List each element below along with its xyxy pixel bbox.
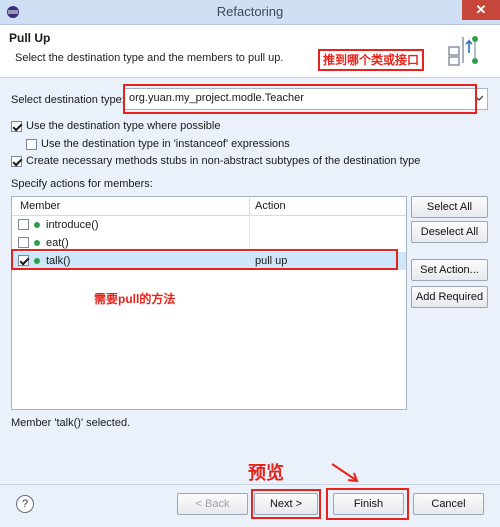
create-stubs-checkbox[interactable] [11,156,22,167]
annotation-box-destination [123,84,477,114]
page-description: Select the destination type and the memb… [15,52,284,64]
table-header: Member Action [12,197,406,216]
page-title: Pull Up [9,31,51,45]
back-button[interactable]: < Back [177,493,248,515]
set-action-button[interactable]: Set Action... [411,259,488,281]
cancel-button[interactable]: Cancel [413,493,484,515]
create-stubs-label: Create necessary methods stubs in non-ab… [26,155,421,167]
destination-label: Select destination type: [11,94,125,106]
members-section-label: Specify actions for members: [11,178,153,190]
column-action[interactable]: Action [255,200,286,212]
use-instanceof-label: Use the destination type in 'instanceof'… [41,138,290,150]
member-checkbox[interactable] [18,219,29,230]
annotation-arrow-icon [331,463,359,483]
close-button[interactable]: ✕ [462,0,500,20]
annotation-box-finish [326,488,409,520]
use-instanceof-checkbox[interactable] [26,139,37,150]
member-name: eat() [46,237,69,249]
wizard-header: Pull Up Select the destination type and … [0,25,500,78]
member-name: introduce() [46,219,99,231]
annotation-box-next [251,489,321,519]
public-method-icon [34,222,40,228]
use-destination-checkbox[interactable] [11,121,22,132]
use-destination-label: Use the destination type where possible [26,120,221,132]
pull-up-wizard-icon [448,36,478,66]
window-title: Refactoring [216,4,284,19]
annotation-preview: 预览 [248,463,284,483]
column-member[interactable]: Member [20,200,60,212]
members-table: Member Action introduce() eat() talk() p… [11,196,407,410]
table-row[interactable]: introduce() [12,216,406,234]
annotation-destination: 推到哪个类或接口 [318,49,425,71]
member-checkbox[interactable] [18,237,29,248]
annotation-pull-methods: 需要pull的方法 [94,292,176,306]
public-method-icon [34,240,40,246]
status-message: Member 'talk()' selected. [11,417,131,429]
help-icon[interactable]: ? [16,495,34,513]
select-all-button[interactable]: Select All [411,196,488,218]
annotation-box-talk-row [11,249,398,270]
deselect-all-button[interactable]: Deselect All [411,221,488,243]
window-titlebar: Refactoring ✕ [0,0,500,25]
add-required-button[interactable]: Add Required [411,286,488,308]
